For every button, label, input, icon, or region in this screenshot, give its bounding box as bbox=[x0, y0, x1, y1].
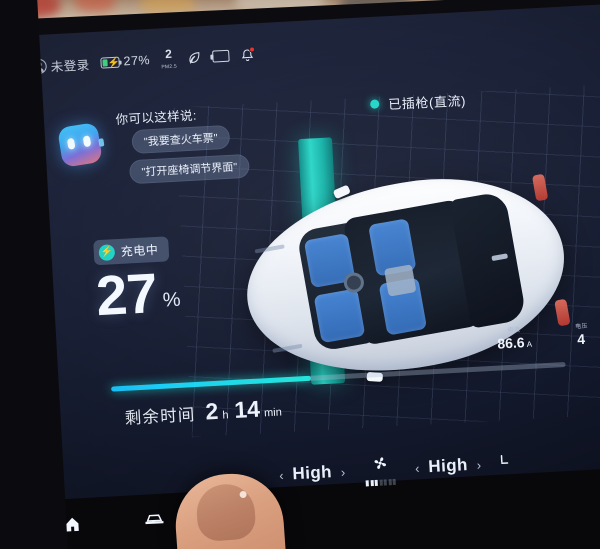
fan-control[interactable] bbox=[364, 453, 396, 486]
charging-info-block: ⚡ 充电中 27 % bbox=[93, 236, 182, 328]
charge-percent-symbol: % bbox=[162, 288, 182, 312]
telemetry-cell: 电流 86.6A bbox=[497, 327, 533, 352]
photo-of-car-infotainment-screen: 未登录 ⚡ 27% 2 PM2.5 你可以这样说: "我要查火车票" "打开座椅… bbox=[0, 0, 600, 549]
fan-level-indicator[interactable] bbox=[365, 478, 396, 486]
status-bar: 未登录 ⚡ 27% 2 PM2.5 bbox=[31, 41, 262, 79]
remaining-hours: 2 bbox=[204, 397, 219, 425]
car-icon[interactable] bbox=[142, 511, 167, 535]
plug-status-indicator bbox=[369, 99, 380, 109]
battery-icon: ⚡ bbox=[100, 56, 120, 69]
infotainment-screen: 未登录 ⚡ 27% 2 PM2.5 你可以这样说: "我要查火车票" "打开座椅… bbox=[20, 3, 600, 506]
notification-dot bbox=[248, 45, 256, 53]
passenger-temperature-value: High bbox=[427, 455, 469, 477]
lightning-bolt-icon: ⚡ bbox=[98, 243, 116, 261]
display-icon[interactable] bbox=[212, 49, 230, 63]
telemetry-value: 4 bbox=[576, 330, 586, 348]
chevron-left-icon[interactable]: ‹ bbox=[415, 460, 420, 475]
pm25-value: 2 bbox=[164, 47, 173, 62]
telemetry-unit: A bbox=[526, 339, 533, 349]
login-label: 未登录 bbox=[50, 57, 91, 74]
charge-percent-value: 27 bbox=[94, 261, 159, 328]
charging-status-badge: ⚡ 充电中 bbox=[93, 236, 169, 266]
pm25-label: PM2.5 bbox=[161, 63, 178, 71]
telemetry-readouts: 电流 86.6A 电压 4 bbox=[497, 324, 589, 352]
passenger-temperature-control[interactable]: ‹ High › bbox=[415, 454, 482, 477]
bell-icon[interactable] bbox=[240, 45, 256, 63]
assistant-avatar-icon[interactable] bbox=[57, 122, 105, 168]
chevron-left-icon[interactable]: ‹ bbox=[279, 467, 284, 482]
chevron-right-icon[interactable]: › bbox=[476, 457, 481, 472]
battery-status[interactable]: ⚡ 27% bbox=[100, 53, 150, 70]
charge-percent: 27 % bbox=[94, 261, 182, 328]
remaining-minutes-unit: min bbox=[263, 406, 283, 420]
telemetry-value: 86.6 bbox=[496, 334, 525, 352]
seat-icon[interactable] bbox=[496, 452, 512, 475]
driver-temperature-value: High bbox=[292, 462, 333, 484]
fan-icon[interactable] bbox=[371, 454, 389, 477]
home-icon[interactable] bbox=[62, 515, 83, 539]
battery-percent: 27% bbox=[123, 53, 151, 69]
telemetry-cell: 电压 4 bbox=[575, 324, 589, 348]
chevron-right-icon[interactable]: › bbox=[340, 464, 345, 479]
remaining-hours-unit: h bbox=[222, 409, 229, 422]
charging-status-label: 充电中 bbox=[120, 242, 159, 259]
remaining-time-label: 剩余时间 bbox=[124, 406, 197, 428]
leaf-icon[interactable] bbox=[187, 50, 202, 65]
pm25-indicator[interactable]: 2 PM2.5 bbox=[160, 47, 178, 71]
remaining-minutes: 14 bbox=[233, 395, 261, 423]
driver-temperature-control[interactable]: ‹ High › bbox=[279, 462, 346, 485]
plug-status-label: 已插枪(直流) bbox=[387, 93, 467, 112]
